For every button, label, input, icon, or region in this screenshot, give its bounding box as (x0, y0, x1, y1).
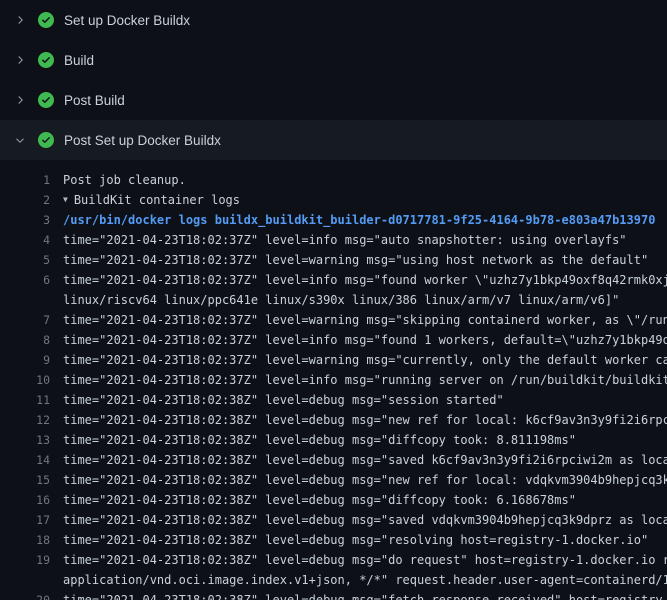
log-text: time="2021-04-23T18:02:38Z" level=debug … (50, 430, 667, 450)
line-number[interactable]: 18 (0, 530, 50, 550)
log-text: time="2021-04-23T18:02:38Z" level=debug … (50, 590, 667, 600)
section-header-post-build[interactable]: Post Build (0, 80, 667, 120)
log-line: 15 time="2021-04-23T18:02:38Z" level=deb… (0, 470, 667, 490)
line-number[interactable] (0, 290, 50, 310)
log-text: time="2021-04-23T18:02:38Z" level=debug … (50, 410, 667, 430)
log-text: time="2021-04-23T18:02:37Z" level=warnin… (50, 350, 667, 370)
log-line: 20 time="2021-04-23T18:02:38Z" level=deb… (0, 590, 667, 600)
log-line: 8 time="2021-04-23T18:02:37Z" level=info… (0, 330, 667, 350)
section-header-set-up-docker-buildx[interactable]: Set up Docker Buildx (0, 0, 667, 40)
group-toggle-icon[interactable]: ▼ (50, 190, 68, 210)
log-text: /usr/bin/docker logs buildx_buildkit_bui… (50, 210, 667, 230)
line-number[interactable]: 5 (0, 250, 50, 270)
log-line: 10 time="2021-04-23T18:02:37Z" level=inf… (0, 370, 667, 390)
section-label: Post Set up Docker Buildx (64, 133, 221, 148)
log-text: time="2021-04-23T18:02:38Z" level=debug … (50, 450, 667, 470)
log-line: 6 time="2021-04-23T18:02:37Z" level=info… (0, 270, 667, 290)
log-line: 11 time="2021-04-23T18:02:38Z" level=deb… (0, 390, 667, 410)
log-line: 18 time="2021-04-23T18:02:38Z" level=deb… (0, 530, 667, 550)
line-number[interactable]: 20 (0, 590, 50, 600)
step-list: Set up Docker Buildx Build Post Build (0, 0, 667, 160)
log-line: 16 time="2021-04-23T18:02:38Z" level=deb… (0, 490, 667, 510)
section-header-build[interactable]: Build (0, 40, 667, 80)
chevron-down-icon (12, 132, 28, 148)
line-number[interactable]: 14 (0, 450, 50, 470)
section-label: Build (64, 53, 94, 68)
log-text: linux/riscv64 linux/ppc641e linux/s390x … (50, 290, 667, 310)
log-line: 3 /usr/bin/docker logs buildx_buildkit_b… (0, 210, 667, 230)
log-line: 12 time="2021-04-23T18:02:38Z" level=deb… (0, 410, 667, 430)
check-circle-icon (38, 132, 54, 148)
section-header-post-set-up-docker-buildx[interactable]: Post Set up Docker Buildx (0, 120, 667, 160)
chevron-right-icon (12, 52, 28, 68)
log-text: time="2021-04-23T18:02:37Z" level=warnin… (50, 310, 667, 330)
line-number[interactable]: 12 (0, 410, 50, 430)
log-line: 13 time="2021-04-23T18:02:38Z" level=deb… (0, 430, 667, 450)
log-line: 17 time="2021-04-23T18:02:38Z" level=deb… (0, 510, 667, 530)
log-text: time="2021-04-23T18:02:38Z" level=debug … (50, 390, 667, 410)
log-text: Post job cleanup. (50, 170, 667, 190)
log-text: time="2021-04-23T18:02:38Z" level=debug … (50, 550, 667, 570)
actions-log-viewer: Set up Docker Buildx Build Post Build (0, 0, 667, 600)
log-line: 9 time="2021-04-23T18:02:37Z" level=warn… (0, 350, 667, 370)
log-text: time="2021-04-23T18:02:38Z" level=debug … (50, 470, 667, 490)
line-number[interactable]: 3 (0, 210, 50, 230)
chevron-right-icon (12, 92, 28, 108)
log-line: 4 time="2021-04-23T18:02:37Z" level=info… (0, 230, 667, 250)
line-number[interactable]: 1 (0, 170, 50, 190)
line-number[interactable]: 19 (0, 550, 50, 570)
log-line: 14 time="2021-04-23T18:02:38Z" level=deb… (0, 450, 667, 470)
check-circle-icon (38, 52, 54, 68)
log-text: time="2021-04-23T18:02:37Z" level=info m… (50, 330, 667, 350)
line-number[interactable]: 10 (0, 370, 50, 390)
log-line: 1 Post job cleanup. (0, 170, 667, 190)
line-number[interactable]: 8 (0, 330, 50, 350)
log-line: application/vnd.oci.image.index.v1+json,… (0, 570, 667, 590)
line-number[interactable]: 7 (0, 310, 50, 330)
log-text: application/vnd.oci.image.index.v1+json,… (50, 570, 667, 590)
line-number[interactable]: 11 (0, 390, 50, 410)
line-number[interactable]: 2 (0, 190, 50, 210)
log-text: time="2021-04-23T18:02:37Z" level=warnin… (50, 250, 667, 270)
log-text: BuildKit container logs (68, 190, 667, 210)
log-line: 7 time="2021-04-23T18:02:37Z" level=warn… (0, 310, 667, 330)
line-number[interactable]: 15 (0, 470, 50, 490)
log-text: time="2021-04-23T18:02:38Z" level=debug … (50, 530, 667, 550)
line-number[interactable] (0, 570, 50, 590)
log-text: time="2021-04-23T18:02:38Z" level=debug … (50, 510, 667, 530)
line-number[interactable]: 17 (0, 510, 50, 530)
section-label: Post Build (64, 93, 125, 108)
check-circle-icon (38, 92, 54, 108)
log-text: time="2021-04-23T18:02:38Z" level=debug … (50, 490, 667, 510)
log-text: time="2021-04-23T18:02:37Z" level=info m… (50, 370, 667, 390)
log-line: 2 ▼ BuildKit container logs (0, 190, 667, 210)
line-number[interactable]: 16 (0, 490, 50, 510)
line-number[interactable]: 9 (0, 350, 50, 370)
log-text: time="2021-04-23T18:02:37Z" level=info m… (50, 270, 667, 290)
log-line: 19 time="2021-04-23T18:02:38Z" level=deb… (0, 550, 667, 570)
log-line: 5 time="2021-04-23T18:02:37Z" level=warn… (0, 250, 667, 270)
line-number[interactable]: 4 (0, 230, 50, 250)
chevron-right-icon (12, 12, 28, 28)
line-number[interactable]: 6 (0, 270, 50, 290)
check-circle-icon (38, 12, 54, 28)
line-number[interactable]: 13 (0, 430, 50, 450)
log-line: linux/riscv64 linux/ppc641e linux/s390x … (0, 290, 667, 310)
section-label: Set up Docker Buildx (64, 13, 190, 28)
log-area: 1 Post job cleanup. 2 ▼ BuildKit contain… (0, 160, 667, 600)
log-text: time="2021-04-23T18:02:37Z" level=info m… (50, 230, 667, 250)
